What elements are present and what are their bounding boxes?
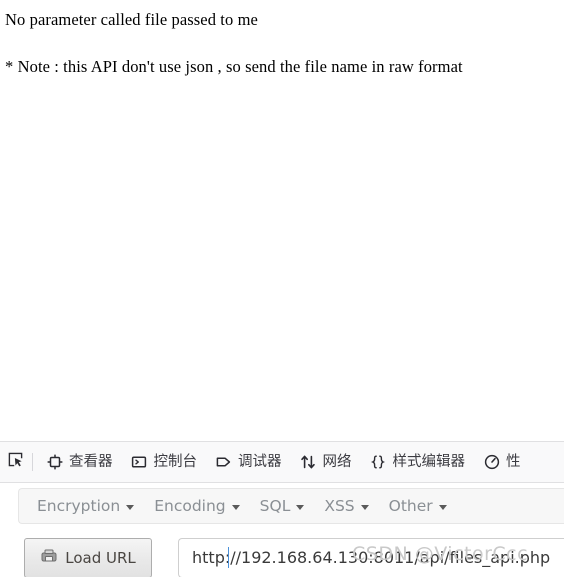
tab-style-editor-label: 样式编辑器: [392, 453, 466, 470]
load-url-label: Load URL: [65, 549, 136, 567]
url-input[interactable]: http://192.168.64.130:8011/api/files_api…: [178, 538, 564, 577]
tab-performance[interactable]: 性: [474, 442, 530, 482]
menu-encoding[interactable]: Encoding: [144, 492, 249, 520]
console-icon: [131, 454, 148, 471]
menu-other-label: Other: [388, 497, 433, 515]
hackbar-url-row: Load URL http://192.168.64.130:8011/api/…: [18, 534, 564, 577]
chevron-down-icon: [231, 504, 240, 510]
menu-sql[interactable]: SQL: [250, 492, 315, 520]
menu-xss-label: XSS: [324, 497, 355, 515]
tab-inspector-label: 查看器: [69, 453, 113, 470]
element-picker-button[interactable]: [0, 442, 30, 482]
tab-debugger[interactable]: 调试器: [206, 442, 291, 482]
hackbar-menubar: Encryption Encoding SQL XSS Other: [18, 488, 564, 524]
load-url-button[interactable]: Load URL: [24, 538, 152, 577]
toolbar-separator: [32, 453, 33, 471]
chevron-down-icon: [360, 504, 369, 510]
tab-performance-label: 性: [506, 453, 521, 470]
inspector-icon: [46, 454, 63, 471]
page-content-area: No parameter called file passed to me * …: [0, 0, 564, 440]
load-url-icon: [40, 548, 58, 568]
debugger-icon: [215, 454, 232, 471]
url-input-value: http://192.168.64.130:8011/api/files_api…: [192, 548, 551, 567]
network-icon: [300, 454, 317, 471]
menu-sql-label: SQL: [259, 497, 291, 515]
tab-network-label: 网络: [322, 453, 352, 470]
chevron-down-icon: [438, 504, 447, 510]
tab-style-editor[interactable]: 样式编辑器: [361, 442, 475, 482]
hackbar-panel: Encryption Encoding SQL XSS Other Load U…: [0, 484, 564, 577]
response-note-line: * Note : this API don't use json , so se…: [5, 56, 463, 76]
response-message-line: No parameter called file passed to me: [5, 10, 258, 29]
menu-encryption[interactable]: Encryption: [27, 492, 144, 520]
chevron-down-icon: [296, 504, 305, 510]
element-picker-icon: [7, 451, 24, 473]
performance-icon: [483, 454, 500, 471]
chevron-down-icon: [126, 504, 135, 510]
tab-debugger-label: 调试器: [238, 453, 282, 470]
text-cursor: [228, 547, 229, 568]
menu-encoding-label: Encoding: [154, 497, 226, 515]
devtools-toolbar: 查看器 控制台 调试器 网络 样式编辑器 性: [0, 441, 564, 483]
style-editor-icon: [370, 454, 387, 471]
menu-encryption-label: Encryption: [37, 497, 121, 515]
tab-network[interactable]: 网络: [291, 442, 361, 482]
menu-xss[interactable]: XSS: [314, 492, 378, 520]
tab-console-label: 控制台: [153, 453, 198, 470]
tab-inspector[interactable]: 查看器: [37, 442, 122, 482]
tab-console[interactable]: 控制台: [122, 442, 207, 482]
menu-other[interactable]: Other: [379, 492, 457, 520]
